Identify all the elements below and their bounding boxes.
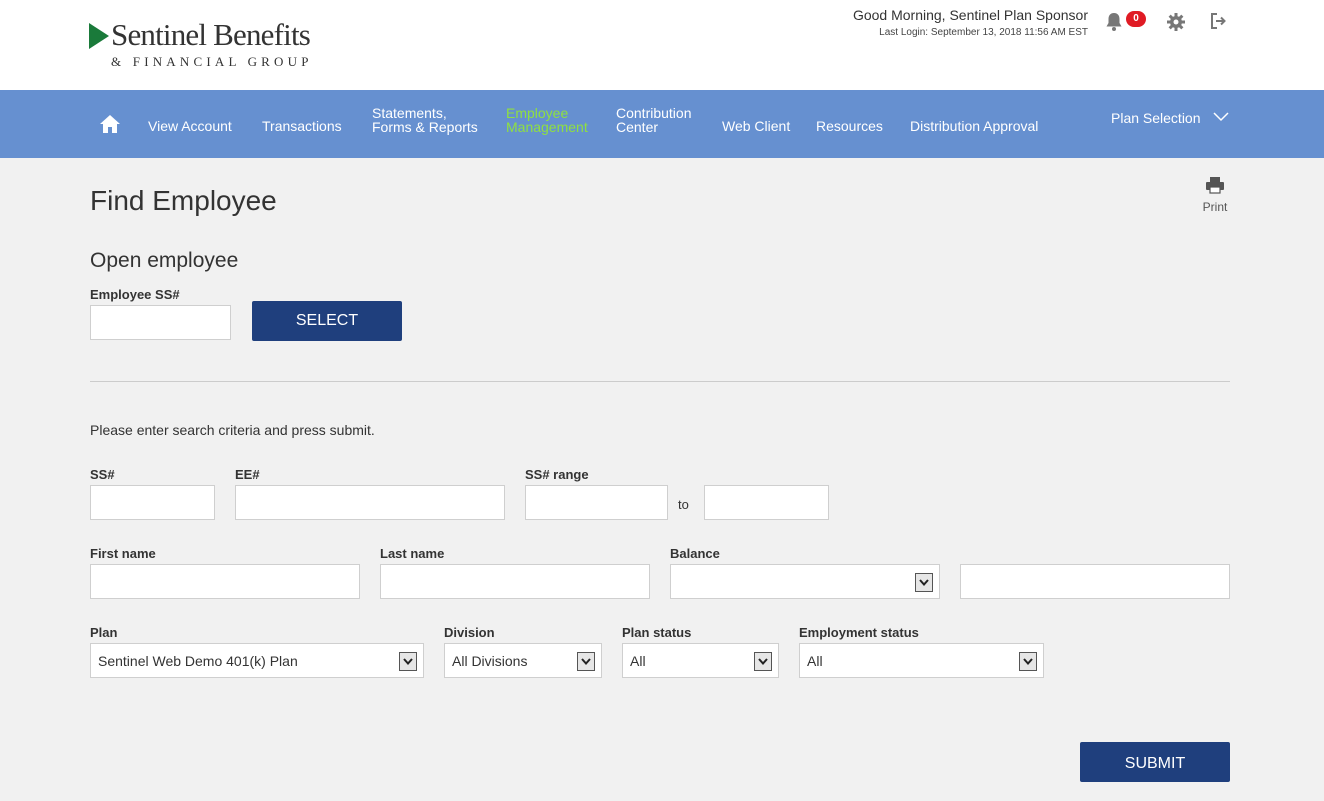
plan-select-value: Sentinel Web Demo 401(k) Plan xyxy=(98,653,298,669)
submit-button[interactable]: SUBMIT xyxy=(1080,742,1230,782)
main-nav: View Account Transactions Statements, Fo… xyxy=(0,90,1324,158)
chevron-down-icon xyxy=(915,573,933,592)
top-header: Sentinel Benefits & FINANCIAL GROUP Good… xyxy=(0,0,1324,90)
employee-ss-label: Employee SS# xyxy=(90,287,180,302)
chevron-down-icon xyxy=(1019,652,1037,671)
balance-amount-input[interactable] xyxy=(960,564,1230,599)
nav-view-account[interactable]: View Account xyxy=(148,119,232,133)
first-name-label: First name xyxy=(90,546,156,561)
last-name-label: Last name xyxy=(380,546,445,561)
ee-label: EE# xyxy=(235,467,260,482)
division-select-value: All Divisions xyxy=(452,653,528,669)
search-instruction: Please enter search criteria and press s… xyxy=(90,422,375,438)
nav-contribution-center[interactable]: Contribution Center xyxy=(616,106,692,134)
logo-name: Sentinel Benefits xyxy=(111,17,311,52)
employment-status-select-value: All xyxy=(807,653,823,669)
chevron-down-icon xyxy=(1213,112,1229,122)
logout-icon[interactable] xyxy=(1209,12,1229,32)
home-icon[interactable] xyxy=(99,114,121,134)
nav-employee-line2: Management xyxy=(506,119,588,135)
nav-contribution-line1: Contribution xyxy=(616,105,692,121)
nav-statements-forms-reports[interactable]: Statements, Forms & Reports xyxy=(372,106,478,134)
ss-range-to-input[interactable] xyxy=(704,485,829,520)
printer-icon xyxy=(1206,177,1224,194)
plan-selection-label: Plan Selection xyxy=(1111,110,1201,126)
logo-flag-icon xyxy=(89,23,109,49)
division-select[interactable]: All Divisions xyxy=(444,643,602,678)
first-name-input[interactable] xyxy=(90,564,360,599)
gear-icon[interactable] xyxy=(1166,12,1186,32)
logo-subtitle: & FINANCIAL GROUP xyxy=(111,54,313,69)
plan-label: Plan xyxy=(90,625,118,640)
employment-status-select[interactable]: All xyxy=(799,643,1044,678)
plan-selection-dropdown[interactable]: Plan Selection xyxy=(1111,110,1229,126)
section-divider xyxy=(90,381,1230,382)
ss-input[interactable] xyxy=(90,485,215,520)
chevron-down-icon xyxy=(577,652,595,671)
nav-employee-management[interactable]: Employee Management xyxy=(506,106,588,134)
select-button[interactable]: SELECT xyxy=(252,301,402,341)
user-greeting: Good Morning, Sentinel Plan Sponsor Last… xyxy=(853,7,1088,38)
plan-status-select[interactable]: All xyxy=(622,643,779,678)
notification-count-badge[interactable]: 0 xyxy=(1126,11,1146,27)
open-employee-heading: Open employee xyxy=(90,249,239,272)
balance-label: Balance xyxy=(670,546,720,561)
plan-select[interactable]: Sentinel Web Demo 401(k) Plan xyxy=(90,643,424,678)
chevron-down-icon xyxy=(399,652,417,671)
plan-status-select-value: All xyxy=(630,653,646,669)
bell-icon[interactable] xyxy=(1105,12,1125,32)
ss-label: SS# xyxy=(90,467,115,482)
last-login-text: Last Login: September 13, 2018 11:56 AM … xyxy=(879,27,1088,38)
print-button[interactable]: Print xyxy=(1199,176,1231,214)
nav-statements-line2: Forms & Reports xyxy=(372,119,478,135)
balance-operator-select[interactable] xyxy=(670,564,940,599)
last-name-input[interactable] xyxy=(380,564,650,599)
greeting-text: Good Morning, Sentinel Plan Sponsor xyxy=(852,7,1088,23)
division-label: Division xyxy=(444,625,495,640)
nav-distribution-approval[interactable]: Distribution Approval xyxy=(910,119,1038,133)
ss-range-from-input[interactable] xyxy=(525,485,668,520)
nav-web-client[interactable]: Web Client xyxy=(722,119,790,133)
ss-range-label: SS# range xyxy=(525,467,589,482)
page-title: Find Employee xyxy=(90,185,277,216)
nav-statements-line1: Statements, xyxy=(372,105,447,121)
nav-contribution-line2: Center xyxy=(616,119,659,135)
nav-transactions[interactable]: Transactions xyxy=(262,119,342,133)
employee-ss-input[interactable] xyxy=(90,305,231,340)
plan-status-label: Plan status xyxy=(622,625,692,640)
ss-range-to-label: to xyxy=(678,497,689,512)
chevron-down-icon xyxy=(754,652,772,671)
nav-employee-line1: Employee xyxy=(506,105,569,121)
nav-resources[interactable]: Resources xyxy=(816,119,883,133)
ee-input[interactable] xyxy=(235,485,505,520)
print-label: Print xyxy=(1202,200,1228,214)
employment-status-label: Employment status xyxy=(799,625,919,640)
